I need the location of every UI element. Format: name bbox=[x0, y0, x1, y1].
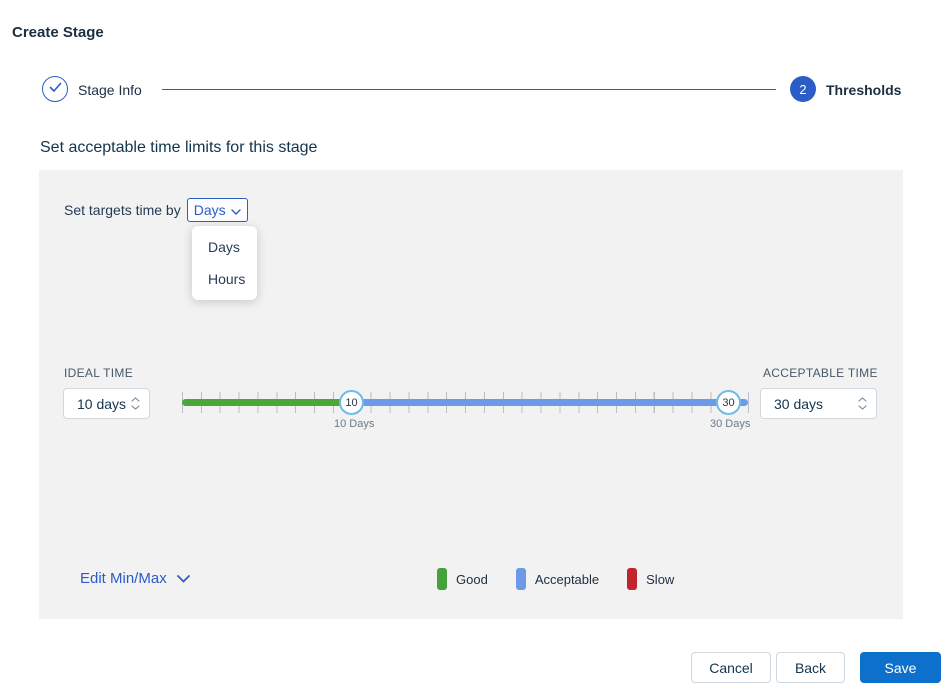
slider-handle-min[interactable]: 10 bbox=[339, 390, 364, 415]
thresholds-panel: Set targets time by Days Days Hours IDEA… bbox=[39, 170, 903, 619]
section-heading: Set acceptable time limits for this stag… bbox=[40, 139, 317, 157]
legend-item-acceptable: Acceptable bbox=[516, 568, 599, 590]
edit-minmax-link[interactable]: Edit Min/Max bbox=[80, 570, 190, 587]
chevron-down-icon bbox=[177, 570, 190, 587]
slider-track-acceptable[interactable] bbox=[352, 399, 748, 406]
spinner-up-icon[interactable] bbox=[858, 397, 867, 402]
time-range-slider: 10 30 10 Days 30 Days bbox=[182, 384, 748, 424]
acceptable-time-label: ACCEPTABLE TIME bbox=[763, 366, 878, 380]
slider-handle-max[interactable]: 30 bbox=[716, 390, 741, 415]
step-2-label: Thresholds bbox=[826, 82, 901, 98]
ideal-time-value: 10 days bbox=[64, 396, 131, 412]
menu-item-days[interactable]: Days bbox=[192, 231, 257, 263]
legend-label-acceptable: Acceptable bbox=[535, 572, 599, 587]
edit-minmax-label: Edit Min/Max bbox=[80, 570, 167, 587]
step-1-label[interactable]: Stage Info bbox=[78, 82, 142, 98]
back-button[interactable]: Back bbox=[776, 652, 845, 683]
acceptable-time-value: 30 days bbox=[761, 396, 858, 412]
page-title: Create Stage bbox=[12, 24, 104, 41]
legend-label-slow: Slow bbox=[646, 572, 674, 587]
ideal-time-input[interactable]: 10 days bbox=[63, 388, 150, 419]
slider-legend: Good Acceptable Slow bbox=[437, 568, 702, 590]
acceptable-time-input[interactable]: 30 days bbox=[760, 388, 877, 419]
ideal-time-stepper bbox=[131, 397, 149, 410]
acceptable-swatch bbox=[516, 568, 526, 590]
slider-max-caption: 30 Days bbox=[710, 418, 750, 430]
targets-label: Set targets time by bbox=[64, 202, 181, 218]
legend-item-good: Good bbox=[437, 568, 488, 590]
chevron-down-icon bbox=[231, 202, 241, 218]
legend-label-good: Good bbox=[456, 572, 488, 587]
slider-min-caption: 10 Days bbox=[334, 418, 374, 430]
targets-row: Set targets time by Days bbox=[64, 198, 248, 222]
slow-swatch bbox=[627, 568, 637, 590]
check-icon bbox=[49, 80, 62, 98]
good-swatch bbox=[437, 568, 447, 590]
cancel-button[interactable]: Cancel bbox=[691, 652, 771, 683]
unit-dropdown-menu: Days Hours bbox=[192, 226, 257, 300]
unit-dropdown[interactable]: Days bbox=[187, 198, 248, 222]
wizard-stepper: Stage Info 2 Thresholds bbox=[0, 76, 946, 104]
menu-item-hours[interactable]: Hours bbox=[192, 263, 257, 295]
unit-dropdown-value: Days bbox=[194, 202, 226, 218]
step-1-indicator[interactable] bbox=[42, 76, 68, 102]
save-button[interactable]: Save bbox=[860, 652, 941, 683]
acceptable-time-stepper bbox=[858, 397, 876, 410]
spinner-up-icon[interactable] bbox=[131, 397, 140, 402]
create-stage-dialog: Create Stage Stage Info 2 Thresholds Set… bbox=[0, 0, 946, 699]
step-2-number: 2 bbox=[799, 82, 806, 97]
spinner-down-icon[interactable] bbox=[858, 405, 867, 410]
slider-track-good[interactable] bbox=[182, 399, 352, 406]
ideal-time-label: IDEAL TIME bbox=[64, 366, 133, 380]
spinner-down-icon[interactable] bbox=[131, 405, 140, 410]
stepper-connector bbox=[162, 89, 776, 90]
legend-item-slow: Slow bbox=[627, 568, 674, 590]
step-2-indicator[interactable]: 2 bbox=[790, 76, 816, 102]
